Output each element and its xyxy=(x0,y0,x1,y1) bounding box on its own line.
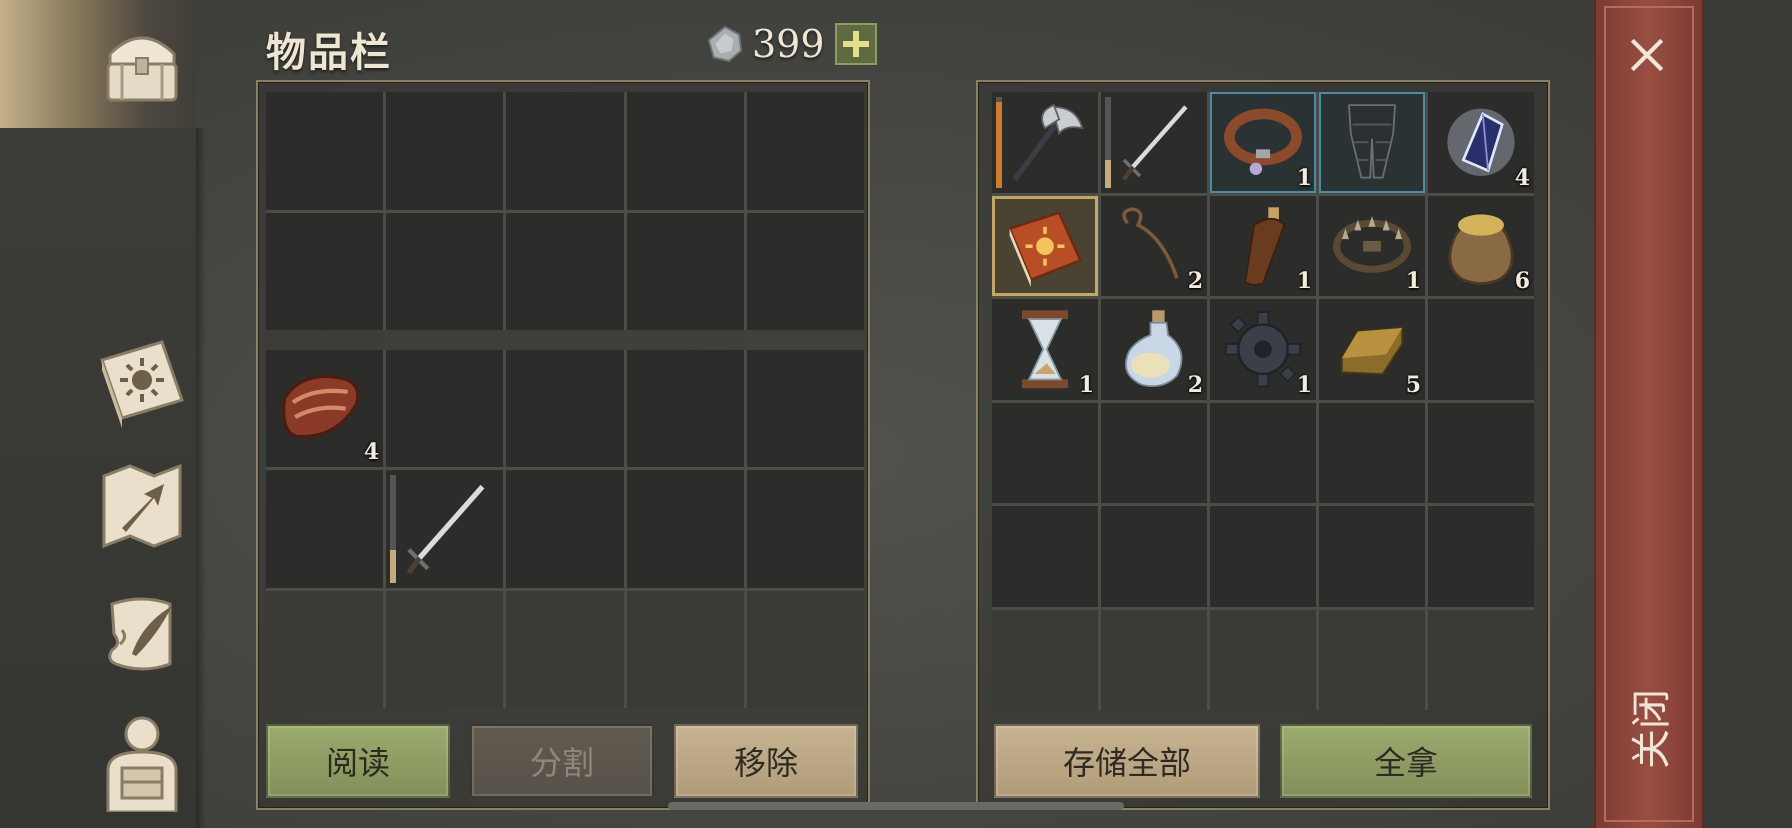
item-slot[interactable]: 1 xyxy=(1210,92,1316,193)
item-slot[interactable] xyxy=(992,92,1098,193)
empty-slot[interactable] xyxy=(746,212,864,330)
empty-slot[interactable] xyxy=(746,470,864,588)
scroll-indicator xyxy=(668,802,1124,810)
empty-slot[interactable] xyxy=(1101,609,1207,710)
empty-slot[interactable] xyxy=(506,350,624,468)
item-slot[interactable] xyxy=(1101,92,1207,193)
empty-slot[interactable] xyxy=(1319,506,1425,607)
empty-slot[interactable] xyxy=(1319,402,1425,503)
currency-display: 399 xyxy=(706,22,877,66)
item-slot[interactable]: 2 xyxy=(1101,195,1207,296)
storage-grid: 1421161215 xyxy=(992,92,1534,710)
empty-slot[interactable] xyxy=(1101,402,1207,503)
take-all-button[interactable]: 全拿 xyxy=(1280,724,1532,798)
meat-icon xyxy=(282,374,360,439)
leg-armor-icon xyxy=(1348,104,1396,179)
item-slot[interactable]: 1 xyxy=(1210,299,1316,400)
durability-bar xyxy=(996,97,1002,188)
empty-slot[interactable] xyxy=(626,470,744,588)
sun-book-icon xyxy=(1007,210,1083,287)
empty-slot[interactable] xyxy=(1210,609,1316,710)
currency-amount: 399 xyxy=(752,22,825,66)
empty-slot[interactable] xyxy=(386,350,504,468)
empty-slot[interactable] xyxy=(626,350,744,468)
plus-icon xyxy=(842,31,869,57)
add-currency-button[interactable] xyxy=(834,23,877,65)
item-quantity: 6 xyxy=(1514,268,1530,294)
empty-slot[interactable] xyxy=(746,350,864,468)
item-quantity: 1 xyxy=(1405,268,1421,294)
item-slot[interactable]: 6 xyxy=(1428,195,1534,296)
read-button[interactable]: 阅读 xyxy=(266,724,450,798)
store-all-button[interactable]: 存储全部 xyxy=(994,724,1260,798)
empty-slot[interactable] xyxy=(506,590,624,708)
close-icon[interactable] xyxy=(1626,34,1668,76)
item-slot[interactable] xyxy=(1319,92,1425,193)
map-arrow-icon[interactable] xyxy=(92,456,192,556)
durability-bar xyxy=(390,475,397,583)
page-title: 物品栏 xyxy=(266,30,392,76)
remove-button[interactable]: 移除 xyxy=(674,724,858,798)
empty-slot[interactable] xyxy=(1428,402,1534,503)
character-backpack-icon[interactable] xyxy=(92,712,192,814)
empty-slot[interactable] xyxy=(1210,506,1316,607)
empty-slot[interactable] xyxy=(1428,299,1534,400)
close-panel[interactable]: 关闭 xyxy=(1594,0,1704,828)
empty-slot[interactable] xyxy=(506,212,624,330)
empty-slot[interactable] xyxy=(386,92,504,210)
battle-axe-icon xyxy=(1012,103,1084,182)
item-slot[interactable]: 1 xyxy=(1210,195,1316,296)
item-slot[interactable]: 2 xyxy=(1101,299,1207,400)
item-slot[interactable]: 4 xyxy=(1428,92,1534,193)
empty-slot[interactable] xyxy=(626,212,744,330)
item-slot[interactable] xyxy=(386,470,504,588)
empty-slot[interactable] xyxy=(992,506,1098,607)
item-slot[interactable]: 4 xyxy=(266,350,384,468)
sword-icon xyxy=(406,485,485,575)
item-slot[interactable]: 1 xyxy=(992,299,1098,400)
empty-slot[interactable] xyxy=(1428,506,1534,607)
sun-book-icon[interactable] xyxy=(92,330,192,430)
item-quantity: 1 xyxy=(1078,371,1094,398)
empty-slot[interactable] xyxy=(1101,506,1207,607)
item-slot[interactable]: 5 xyxy=(1319,299,1425,400)
sword-icon xyxy=(1122,105,1188,181)
empty-slot[interactable] xyxy=(746,92,864,210)
empty-slot[interactable] xyxy=(266,590,384,708)
chest-icon[interactable] xyxy=(92,14,192,114)
silver-coin-icon xyxy=(707,25,743,63)
sidebar xyxy=(0,0,206,828)
item-quantity: 4 xyxy=(1514,164,1530,191)
close-label[interactable]: 关闭 xyxy=(1619,681,1677,777)
empty-slot[interactable] xyxy=(626,92,744,210)
item-quantity: 2 xyxy=(1187,268,1203,294)
empty-slot[interactable] xyxy=(386,212,504,330)
item-slot[interactable] xyxy=(992,195,1098,296)
item-quantity: 2 xyxy=(1187,371,1203,398)
inventory-bag-grid: 4 xyxy=(266,350,864,708)
empty-slot[interactable] xyxy=(746,590,864,708)
empty-slot[interactable] xyxy=(1210,402,1316,503)
empty-slot[interactable] xyxy=(992,609,1098,710)
durability-bar xyxy=(1105,97,1111,188)
item-quantity: 5 xyxy=(1405,371,1421,398)
empty-slot[interactable] xyxy=(506,470,624,588)
empty-slot[interactable] xyxy=(266,470,384,588)
empty-slot[interactable] xyxy=(266,212,384,330)
empty-slot[interactable] xyxy=(992,402,1098,503)
scroll-quill-icon[interactable] xyxy=(92,584,192,684)
split-button[interactable]: 分割 xyxy=(470,724,654,798)
empty-slot[interactable] xyxy=(626,590,744,708)
empty-slot[interactable] xyxy=(506,92,624,210)
inventory-quick-grid xyxy=(266,92,864,330)
item-slot[interactable]: 1 xyxy=(1319,195,1425,296)
item-quantity: 1 xyxy=(1296,164,1312,191)
empty-slot[interactable] xyxy=(266,92,384,210)
item-quantity: 1 xyxy=(1296,371,1312,398)
item-quantity: 4 xyxy=(363,439,380,466)
empty-slot[interactable] xyxy=(1319,609,1425,710)
item-quantity: 1 xyxy=(1296,268,1312,294)
empty-slot[interactable] xyxy=(1428,609,1534,710)
empty-slot[interactable] xyxy=(386,590,504,708)
